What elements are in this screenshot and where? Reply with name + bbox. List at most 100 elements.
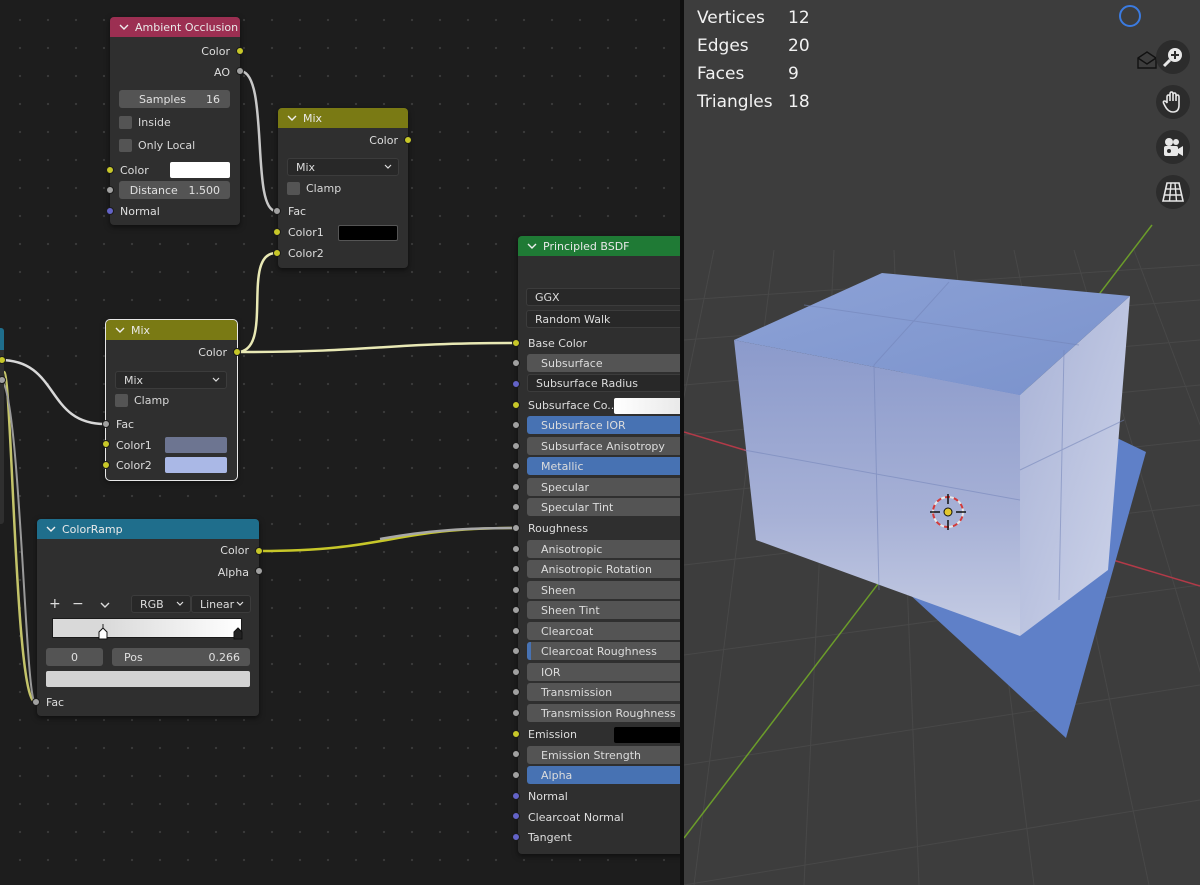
chevron-down-icon[interactable] bbox=[99, 599, 111, 611]
subsurface-anisotropy-field[interactable]: Subsurface Anisotropy bbox=[527, 437, 680, 455]
color-ramp-gradient[interactable] bbox=[52, 618, 242, 638]
add-stop-button[interactable]: + bbox=[49, 595, 61, 613]
camera-view-button[interactable] bbox=[1156, 130, 1190, 164]
bsdf-clearcoat-normal-socket[interactable] bbox=[512, 812, 520, 820]
colorramp-node[interactable]: ColorRamp Color Alpha + − RGB Linear 0 P… bbox=[37, 519, 259, 716]
chevron-down-icon[interactable] bbox=[114, 324, 126, 336]
distribution-dropdown[interactable]: GGX bbox=[526, 288, 680, 306]
bsdf-tangent-socket[interactable] bbox=[512, 833, 520, 841]
checkbox-box[interactable] bbox=[119, 116, 132, 129]
bsdf-transmission-socket[interactable] bbox=[512, 688, 520, 696]
bsdf-emission-socket[interactable] bbox=[512, 730, 520, 738]
bsdf-transmission-roughness-socket[interactable] bbox=[512, 709, 520, 717]
chevron-down-icon[interactable] bbox=[286, 112, 298, 124]
node-header[interactable]: ColorRamp bbox=[37, 519, 259, 539]
mix-node-top[interactable]: Mix Color Mix Clamp Fac Color1 Color2 bbox=[278, 108, 408, 268]
inside-checkbox[interactable]: Inside bbox=[119, 116, 171, 129]
node-editor[interactable]: Ambient Occlusion Color AO Samples 16 In… bbox=[0, 0, 680, 885]
node-header[interactable]: Mix bbox=[278, 108, 408, 128]
subsurface-color-swatch[interactable] bbox=[614, 398, 680, 414]
stop-pos-field[interactable]: Pos 0.266 bbox=[112, 648, 250, 666]
bsdf-metallic-socket[interactable] bbox=[512, 462, 520, 470]
node-header[interactable]: Ambient Occlusion bbox=[110, 17, 240, 37]
ambient-occlusion-node[interactable]: Ambient Occlusion Color AO Samples 16 In… bbox=[110, 17, 240, 225]
stop-index-field[interactable]: 0 bbox=[46, 648, 103, 666]
color1-swatch[interactable] bbox=[165, 437, 227, 453]
ramp-color-output-socket[interactable] bbox=[255, 547, 263, 555]
blend-mode-dropdown[interactable]: Mix bbox=[115, 371, 227, 389]
bsdf-alpha-socket[interactable] bbox=[512, 771, 520, 779]
ramp-fac-input-socket[interactable] bbox=[32, 698, 40, 706]
bsdf-normal-socket[interactable] bbox=[512, 792, 520, 800]
metallic-field[interactable]: Metallic bbox=[527, 457, 680, 475]
checkbox-box[interactable] bbox=[287, 182, 300, 195]
bsdf-subsurface-socket[interactable] bbox=[512, 359, 520, 367]
bsdf-ior-socket[interactable] bbox=[512, 668, 520, 676]
ao-normal-input-socket[interactable] bbox=[106, 207, 114, 215]
ramp-alpha-output-socket[interactable] bbox=[255, 567, 263, 575]
mix-top-color1-socket[interactable] bbox=[273, 228, 281, 236]
ao-distance-input-socket[interactable] bbox=[106, 186, 114, 194]
ao-color-output-socket[interactable] bbox=[236, 47, 244, 55]
clamp-checkbox[interactable]: Clamp bbox=[287, 182, 341, 195]
transmission-roughness-field[interactable]: Transmission Roughness bbox=[527, 704, 680, 722]
anisotropic-field[interactable]: Anisotropic bbox=[527, 540, 680, 558]
bsdf-anisotropic-rotation-socket[interactable] bbox=[512, 565, 520, 573]
ramp-stop-handle[interactable] bbox=[98, 624, 108, 640]
mix-mid-fac-socket[interactable] bbox=[102, 420, 110, 428]
bsdf-clearcoat-roughness-socket[interactable] bbox=[512, 647, 520, 655]
bsdf-base-color-socket[interactable] bbox=[512, 339, 520, 347]
mix-top-output-socket[interactable] bbox=[404, 136, 412, 144]
subsurface-method-dropdown[interactable]: Random Walk bbox=[526, 310, 680, 328]
mix-top-color2-socket[interactable] bbox=[273, 249, 281, 257]
bsdf-emission-strength-socket[interactable] bbox=[512, 750, 520, 758]
3d-viewport[interactable]: Vertices 12 Edges 20 Faces 9 Triangles 1… bbox=[684, 0, 1200, 885]
color1-swatch[interactable] bbox=[338, 225, 398, 241]
ramp-stop-handle[interactable] bbox=[233, 624, 243, 640]
bsdf-subsurface-anisotropy-socket[interactable] bbox=[512, 442, 520, 450]
color-mode-dropdown[interactable]: RGB bbox=[131, 595, 191, 613]
bsdf-specular-socket[interactable] bbox=[512, 483, 520, 491]
clamp-checkbox[interactable]: Clamp bbox=[115, 394, 169, 407]
mix-mid-color2-socket[interactable] bbox=[102, 461, 110, 469]
pan-button[interactable] bbox=[1156, 85, 1190, 119]
stop-color-field[interactable] bbox=[46, 671, 250, 687]
node-header[interactable]: Mix bbox=[106, 320, 237, 340]
ao-color-input-socket[interactable] bbox=[106, 166, 114, 174]
distance-field[interactable]: Distance 1.500 bbox=[119, 181, 230, 199]
principled-bsdf-node[interactable]: Principled BSDF GGX Random Walk Base Col… bbox=[518, 236, 680, 854]
mix-node-middle[interactable]: Mix Color Mix Clamp Fac Color1 Color2 bbox=[105, 319, 238, 481]
bsdf-subsurface-color-socket[interactable] bbox=[512, 401, 520, 409]
perspective-toggle-button[interactable] bbox=[1156, 175, 1190, 209]
subsurface-radius-field[interactable]: Subsurface Radius bbox=[527, 374, 680, 392]
checkbox-box[interactable] bbox=[115, 394, 128, 407]
anisotropic-rotation-field[interactable]: Anisotropic Rotation bbox=[527, 560, 680, 578]
bsdf-sheen-socket[interactable] bbox=[512, 586, 520, 594]
samples-field[interactable]: Samples 16 bbox=[119, 90, 230, 108]
mix-top-fac-socket[interactable] bbox=[273, 207, 281, 215]
chevron-down-icon[interactable] bbox=[45, 523, 57, 535]
ao-ao-output-socket[interactable] bbox=[236, 67, 244, 75]
node-header[interactable]: Principled BSDF bbox=[518, 236, 680, 256]
clearcoat-roughness-field[interactable]: Clearcoat Roughness bbox=[527, 642, 680, 660]
bsdf-roughness-socket[interactable] bbox=[512, 524, 520, 532]
clearcoat-field[interactable]: Clearcoat bbox=[527, 622, 680, 640]
bsdf-anisotropic-socket[interactable] bbox=[512, 545, 520, 553]
sheen-field[interactable]: Sheen bbox=[527, 581, 680, 599]
color2-swatch[interactable] bbox=[165, 457, 227, 473]
bsdf-specular-tint-socket[interactable] bbox=[512, 503, 520, 511]
mix-mid-output-socket[interactable] bbox=[233, 348, 241, 356]
sheen-tint-field[interactable]: Sheen Tint bbox=[527, 601, 680, 619]
bsdf-subsurface-ior-socket[interactable] bbox=[512, 421, 520, 429]
zoom-button[interactable] bbox=[1156, 40, 1190, 74]
bsdf-sheen-tint-socket[interactable] bbox=[512, 606, 520, 614]
ior-field[interactable]: IOR bbox=[527, 663, 680, 681]
specular-field[interactable]: Specular bbox=[527, 478, 680, 496]
color-swatch[interactable] bbox=[170, 162, 230, 178]
alpha-field[interactable]: Alpha bbox=[527, 766, 680, 784]
bsdf-subsurface-radius-socket[interactable] bbox=[512, 380, 520, 388]
gizmo-circle-icon[interactable] bbox=[1118, 4, 1142, 28]
subsurface-field[interactable]: Subsurface bbox=[527, 354, 680, 372]
mix-mid-color1-socket[interactable] bbox=[102, 440, 110, 448]
emission-strength-field[interactable]: Emission Strength bbox=[527, 746, 680, 764]
